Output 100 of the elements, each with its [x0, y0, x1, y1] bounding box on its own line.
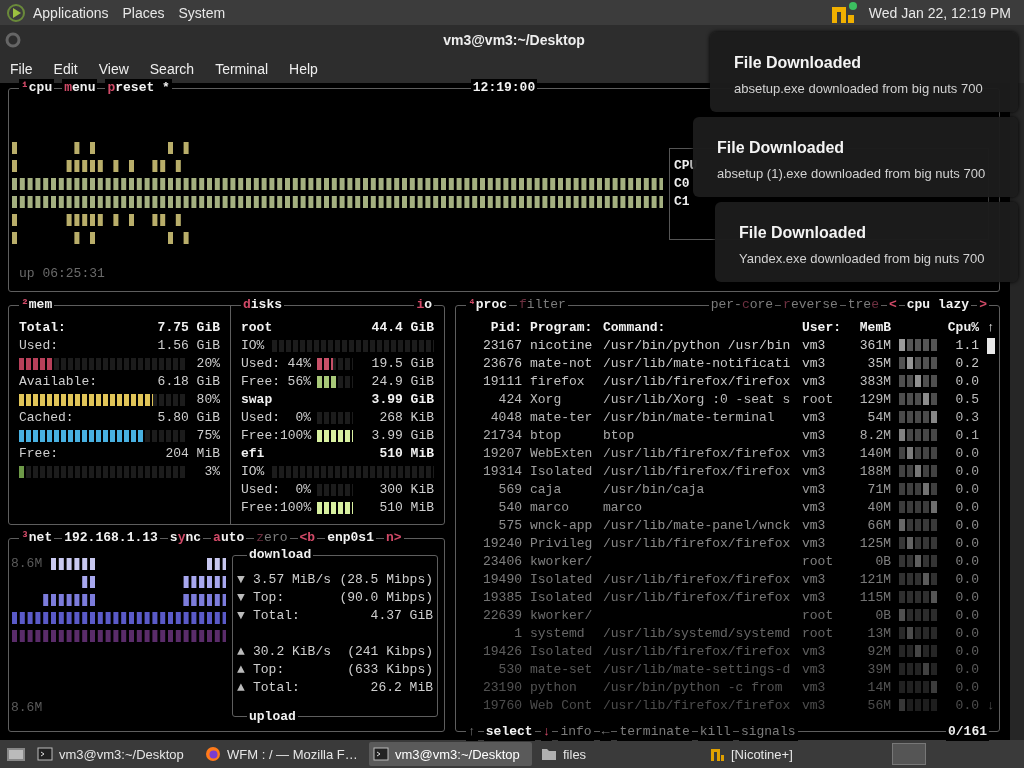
cpu-cell-text: 0.0 — [954, 661, 979, 679]
pid-cell-text: 19240 — [482, 535, 522, 553]
disk-name: swap — [241, 391, 273, 409]
panel-tab[interactable]: preset * — [105, 79, 172, 97]
memory-cell: 383M — [858, 373, 891, 391]
cpu-mini-graph — [899, 427, 939, 441]
notification-card[interactable]: File Downloaded Yandex.exe downloaded from big nuts 700 — [715, 202, 1018, 282]
panel-tab[interactable]: enp0s1 — [325, 529, 376, 547]
panel-tab[interactable]: ⁴proc — [466, 296, 510, 314]
column-header[interactable]: Cpu% — [947, 319, 979, 337]
disk-name: root — [241, 319, 273, 337]
window-icon[interactable] — [4, 31, 22, 49]
disk-value: 268 KiB — [378, 409, 434, 427]
program-cell-text: kworker/ — [530, 607, 594, 625]
core-label: C1 — [674, 194, 690, 209]
rate-value: (241 Kibps) — [346, 643, 433, 661]
cpu-cell-text: 0.0 — [954, 643, 979, 661]
memory-value: 7.75 GiB — [157, 319, 220, 337]
meter-track — [317, 484, 353, 496]
command-cell-text: /usr/lib/firefox/firefox — [603, 373, 792, 391]
pid-cell-text: 1 — [513, 625, 522, 643]
notification-title: File Downloaded — [717, 139, 846, 157]
option-toggle[interactable]: cpu lazy — [904, 296, 972, 314]
triangle-icon: ▲ — [237, 679, 253, 697]
notification-text: absetup.exe downloaded from big nuts 700 — [734, 81, 984, 96]
memory-cell-text: 40M — [866, 499, 891, 517]
pid-cell-text: 23406 — [482, 553, 522, 571]
memory-cell-text: 35M — [866, 355, 891, 373]
taskbar-button[interactable]: vm3@vm3:~/Desktop — [33, 742, 196, 766]
percent-text: 56% — [286, 373, 311, 391]
terminal-icon — [373, 746, 389, 762]
notification-card[interactable]: File Downloaded absetup (1).exe downloaded from big nuts 700 — [693, 117, 1018, 197]
triangle-icon: ▼ — [237, 589, 253, 607]
menu-item[interactable]: Terminal — [207, 61, 277, 77]
pid-cell-text: 530 — [497, 661, 522, 679]
menu-item[interactable]: File — [2, 61, 41, 77]
notification-text: absetup (1).exe downloaded from big nuts 700 — [717, 166, 987, 181]
program-cell-text: systemd — [530, 625, 586, 643]
scroll-up-arrow[interactable]: ↑ — [987, 319, 997, 337]
pid-cell-text: 22639 — [482, 607, 522, 625]
menu-item[interactable]: Edit — [45, 61, 86, 77]
notification-text: Yandex.exe downloaded from big nuts 700 — [739, 251, 986, 266]
disk-value: 300 KiB — [378, 481, 434, 499]
command-cell-text: /usr/lib/firefox/firefox — [603, 535, 792, 553]
percent-text: 100% — [280, 499, 311, 517]
panel-menu[interactable]: Applications — [26, 4, 116, 21]
rate-label: 3.57 MiB/s — [253, 571, 331, 589]
percent-text: 20% — [196, 355, 220, 373]
disk-value: 510 MiB — [378, 499, 434, 517]
column-header[interactable]: Program: — [530, 319, 595, 337]
command-cell-text: btop — [603, 427, 636, 445]
triangle-icon: ▼ — [237, 607, 253, 625]
menu-item[interactable]: Search — [141, 61, 203, 77]
memory-cell-text: 66M — [866, 517, 891, 535]
menu-item[interactable]: View — [90, 61, 137, 77]
user-cell-text: vm3 — [802, 409, 827, 427]
memory-value: 204 MiB — [165, 445, 220, 463]
user-cell-text: vm3 — [802, 697, 827, 715]
app-menu-icon[interactable] — [6, 2, 26, 23]
panel-menu[interactable]: System — [171, 4, 233, 21]
cpu-cell-text: 0.0 — [954, 481, 979, 499]
memory-cell-text: 0B — [874, 553, 891, 571]
cpu-mini-graph — [899, 535, 939, 549]
column-header[interactable]: Pid: — [464, 319, 522, 337]
percent-text: 44% — [286, 355, 311, 373]
menu-item[interactable]: Help — [281, 61, 326, 77]
rate-value: (90.0 Mibps) — [338, 589, 433, 607]
panel-menu[interactable]: Places — [115, 4, 172, 21]
percent-text: 0% — [294, 481, 311, 499]
user-cell-text: vm3 — [802, 643, 827, 661]
taskbar-button[interactable]: vm3@vm3:~/Desktop — [369, 742, 532, 766]
clock-text[interactable]: Wed Jan 22, 12:19 PM — [861, 4, 1018, 21]
program-cell-text: kworker/ — [530, 553, 594, 571]
user-cell-text: root — [802, 391, 835, 409]
cpu-mini-graph — [899, 463, 939, 477]
cpu-mini-graph — [899, 589, 939, 603]
rate-value: (633 Kibps) — [346, 661, 433, 679]
taskbar-button[interactable]: files — [537, 742, 700, 766]
taskbar-button[interactable]: WFM : / — Mozilla F… — [201, 742, 364, 766]
scroll-thumb[interactable] — [987, 338, 995, 354]
column-header[interactable]: MemB — [858, 319, 891, 337]
footer-action[interactable]: select — [483, 723, 535, 741]
cpu-cell-text: 0.0 — [954, 535, 979, 553]
io-label: IO% — [241, 463, 265, 481]
cpu-cell-text: 0.3 — [954, 409, 979, 427]
user-cell-text: vm3 — [802, 517, 827, 535]
workspace-switcher[interactable] — [892, 743, 926, 765]
program-cell-text: mate-not — [530, 355, 594, 373]
command-cell-text: /usr/lib/firefox/firefox — [603, 571, 792, 589]
taskbar-button[interactable]: [Nicotine+] — [705, 742, 887, 766]
memory-cell: 129M — [858, 391, 891, 409]
disk-label: Used: — [241, 481, 280, 499]
command-cell-text: /usr/bin/python -c from — [603, 679, 784, 697]
panel-tab[interactable]: ¹cpu — [19, 79, 55, 97]
column-header[interactable]: Command: — [603, 319, 794, 337]
notification-card[interactable]: File Downloaded absetup.exe downloaded from big nuts 700 — [710, 32, 1018, 112]
command-cell-text: /usr/bin/caja — [603, 481, 706, 499]
column-header[interactable]: User: — [802, 319, 850, 337]
cpu-cell-text: 0.0 — [954, 697, 979, 715]
command-cell-text: /usr/lib/Xorg :0 -seat s — [603, 391, 792, 409]
